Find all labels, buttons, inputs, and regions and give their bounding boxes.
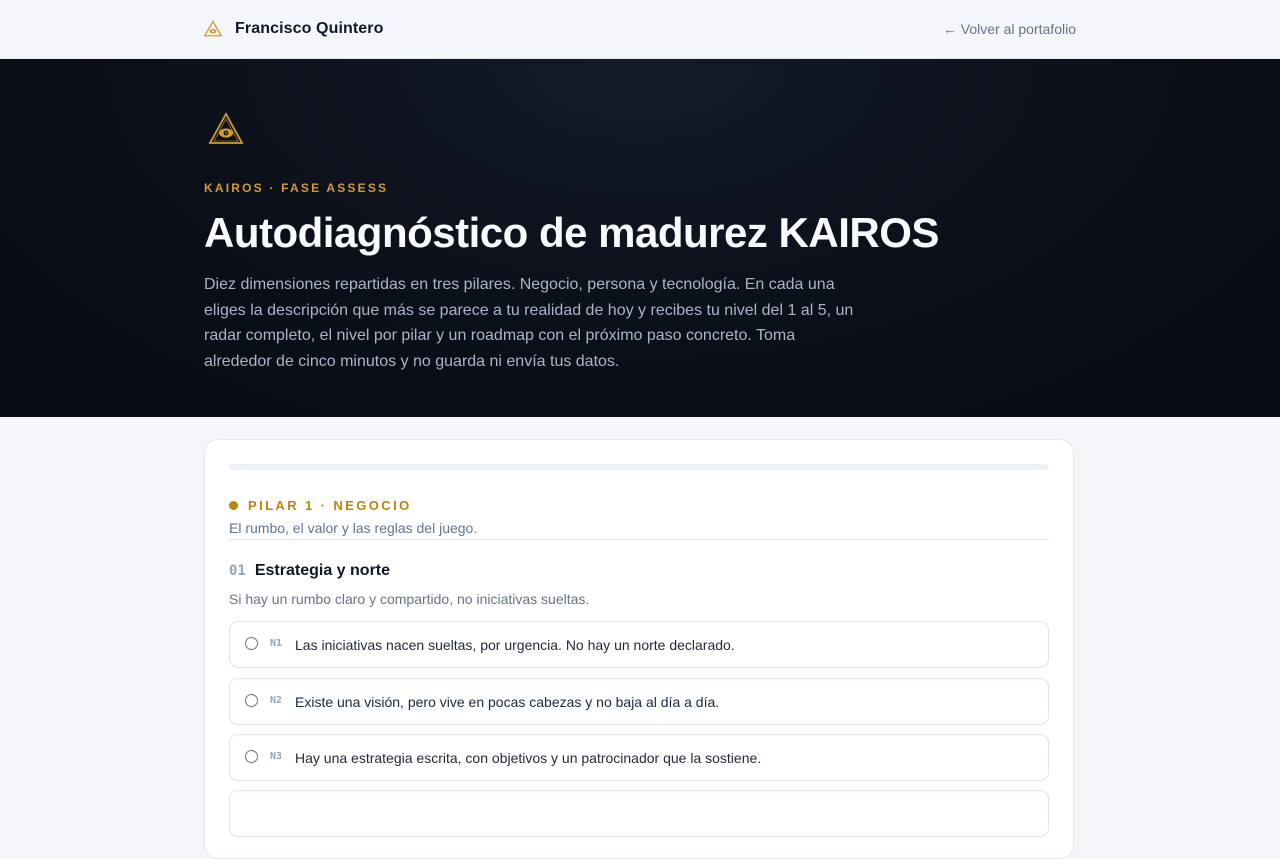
option-level: N3 <box>270 750 283 762</box>
hero-section: KAIROS · FASE ASSESS Autodiagnóstico de … <box>0 59 1280 417</box>
pillar-divider <box>229 539 1049 540</box>
hero-description: Diez dimensiones repartidas en tres pila… <box>204 276 854 370</box>
option-n3[interactable]: N3 Hay una estrategia escrita, con objet… <box>229 734 1049 781</box>
question-description: Si hay un rumbo claro y compartido, no i… <box>229 591 590 607</box>
pillar-dot-icon <box>229 501 238 510</box>
hero-eyebrow: KAIROS · FASE ASSESS <box>204 181 389 195</box>
option-n2[interactable]: N2 Existe una visión, pero vive en pocas… <box>229 678 1049 725</box>
option-text: Hay una estrategia escrita, con objetivo… <box>295 749 762 766</box>
option-n4[interactable] <box>229 790 1049 837</box>
option-text: Existe una visión, pero vive en pocas ca… <box>295 693 720 710</box>
option-level: N2 <box>270 694 283 706</box>
brand-name: Francisco Quintero <box>235 20 384 37</box>
top-bar-inner: Francisco Quintero ← Volver al portafoli… <box>204 0 1076 58</box>
option-text: Las iniciativas nacen sueltas, por urgen… <box>295 636 735 653</box>
option-level: N1 <box>270 637 283 649</box>
brand[interactable]: Francisco Quintero <box>204 20 384 38</box>
question-header: 01 Estrategia y norte <box>229 562 390 580</box>
question-title: Estrategia y norte <box>254 562 391 579</box>
top-bar: Francisco Quintero ← Volver al portafoli… <box>0 0 1280 59</box>
radio-button[interactable] <box>245 636 258 650</box>
pillar-label: PILAR 1 · NEGOCIO <box>248 498 412 513</box>
progress-bar <box>229 464 1049 470</box>
triangle-eye-icon <box>204 20 222 37</box>
back-to-portfolio-link[interactable]: ← Volver al portafolio <box>943 21 1076 37</box>
radio-button[interactable] <box>245 749 258 763</box>
triangle-eye-icon <box>208 112 244 144</box>
radio-button[interactable] <box>245 693 258 707</box>
page-title: Autodiagnóstico de madurez KAIROS <box>204 209 939 256</box>
question-number: 01 <box>229 563 246 579</box>
pillar-header: PILAR 1 · NEGOCIO <box>229 498 412 513</box>
option-n1[interactable]: N1 Las iniciativas nacen sueltas, por ur… <box>229 621 1049 668</box>
assessment-card: PILAR 1 · NEGOCIO El rumbo, el valor y l… <box>204 439 1074 859</box>
pillar-subtitle: El rumbo, el valor y las reglas del jueg… <box>229 520 478 536</box>
